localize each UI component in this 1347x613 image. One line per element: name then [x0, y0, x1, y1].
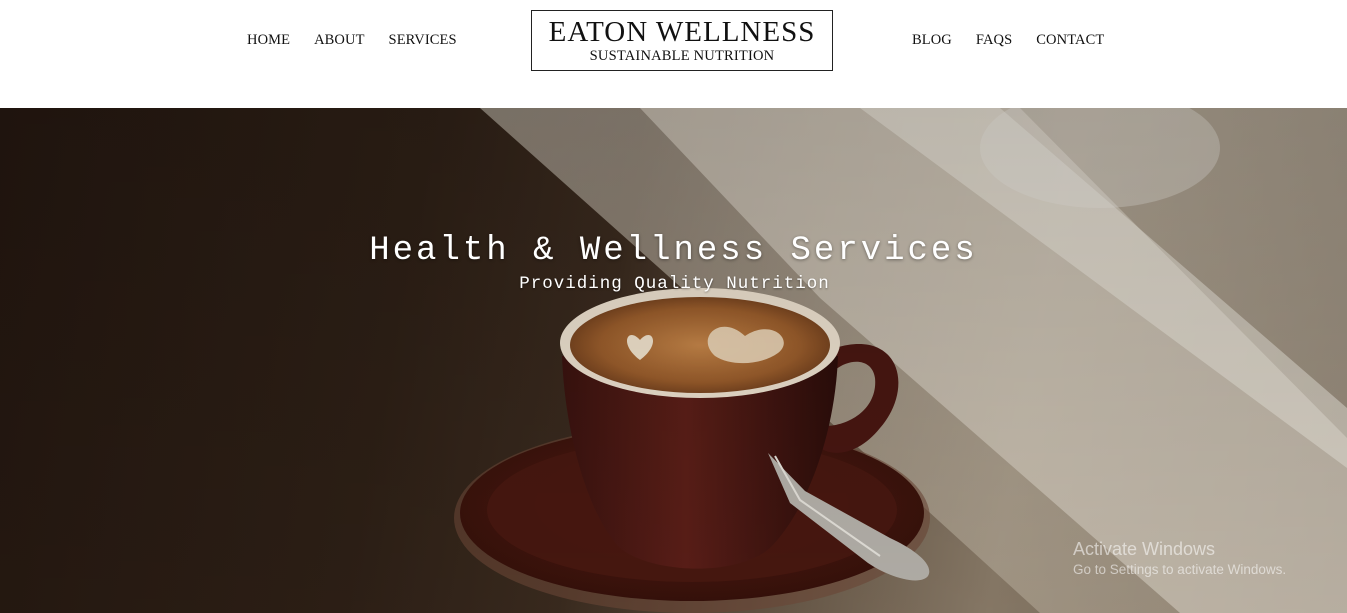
nav-about-link[interactable]: ABOUT [314, 32, 364, 49]
nav-faqs-link[interactable]: FAQS [976, 32, 1012, 49]
watermark-title: Activate Windows [1073, 539, 1216, 559]
nav-home-link[interactable]: HOME [247, 32, 290, 49]
logo-title: EATON WELLNESS [548, 16, 816, 48]
nav-blog-link[interactable]: BLOG [912, 32, 952, 49]
nav-services-link[interactable]: SERVICES [389, 32, 457, 49]
hero-title: Health & Wellness Services [369, 232, 978, 270]
nav-contact-link[interactable]: CONTACT [1036, 32, 1104, 49]
watermark-subtitle: Go to Settings to activate Windows. [1073, 562, 1287, 577]
site-logo[interactable]: EATON WELLNESS SUSTAINABLE NUTRITION [531, 10, 833, 71]
activate-windows-watermark: Activate Windows Go to Settings to activ… [1073, 538, 1286, 579]
nav-right: BLOG FAQS CONTACT [912, 32, 1104, 49]
nav-left: HOME ABOUT SERVICES [247, 32, 457, 49]
hero-section: Health & Wellness Services Providing Qua… [0, 108, 1347, 613]
logo-subtitle: SUSTAINABLE NUTRITION [589, 48, 775, 64]
site-header: HOME ABOUT SERVICES EATON WELLNESS SUSTA… [0, 0, 1347, 108]
hero-subtitle: Providing Quality Nutrition [519, 274, 830, 294]
